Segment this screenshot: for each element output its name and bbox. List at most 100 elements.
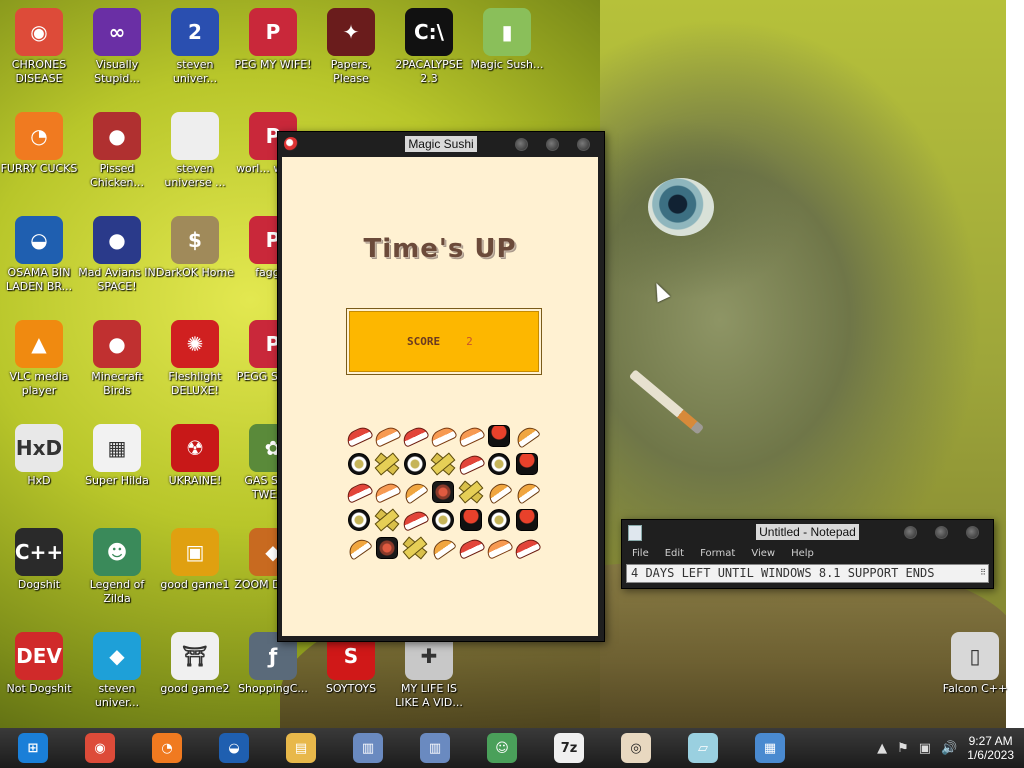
- sushi-tile-tamago[interactable]: [514, 423, 540, 449]
- sushi-tile-cucumber[interactable]: [458, 479, 484, 505]
- angry-birds-space-icon: ●: [93, 216, 141, 264]
- sushi-grid[interactable]: [346, 423, 546, 565]
- desktop-icon[interactable]: C:\ 2PACALYPSE 2.3: [390, 8, 468, 86]
- desktop-icon[interactable]: ☻ Legend of Zilda: [78, 528, 156, 606]
- volume-icon[interactable]: 🔊: [941, 741, 957, 756]
- sushi-tile-tuna[interactable]: [458, 451, 484, 477]
- sushi-tile-tamago[interactable]: [514, 479, 540, 505]
- desktop-icon[interactable]: ✚ MY LIFE IS LIKE A VID...: [390, 632, 468, 710]
- taskbar-button[interactable]: ▱: [674, 730, 732, 766]
- desktop-icon[interactable]: ▣ good game1: [156, 528, 234, 592]
- notepad-titlebar[interactable]: Untitled - Notepad: [622, 520, 993, 544]
- desktop-icon-label: Super Hilda: [85, 474, 149, 487]
- taskbar-button[interactable]: ◒: [205, 730, 263, 766]
- desktop-icon[interactable]: HxD HxD: [0, 424, 78, 488]
- sushi-tile-tamago[interactable]: [402, 479, 428, 505]
- taskbar-button[interactable]: 7z: [540, 730, 598, 766]
- sushi-tile-maki[interactable]: [374, 535, 400, 561]
- sushi-tile-roll[interactable]: [486, 451, 512, 477]
- notepad-window[interactable]: Untitled - Notepad File Edit Format View Hel…: [621, 519, 994, 589]
- desktop-icon[interactable]: ☢ UKRAINE!: [156, 424, 234, 488]
- sushi-tile-roe[interactable]: [514, 451, 540, 477]
- sushi-tile-roe[interactable]: [458, 507, 484, 533]
- desktop-icon[interactable]: ● Pissed Chicken...: [78, 112, 156, 190]
- desktop-icon[interactable]: ▲ VLC media player: [0, 320, 78, 398]
- desktop-icon[interactable]: P PEG MY WIFE!: [234, 8, 312, 72]
- menu-format[interactable]: Format: [692, 548, 743, 559]
- taskbar-button[interactable]: ▥: [406, 730, 464, 766]
- desktop-icon[interactable]: ◒ OSAMA BIN LADEN BR...: [0, 216, 78, 294]
- sushi-tile-cucumber[interactable]: [430, 451, 456, 477]
- sushi-tile-roe[interactable]: [486, 423, 512, 449]
- taskbar-button[interactable]: ▦: [741, 730, 799, 766]
- desktop-icon[interactable]: DEV Not Dogshit: [0, 632, 78, 696]
- sushi-tile-shrimp[interactable]: [430, 423, 456, 449]
- desktop-icon[interactable]: ∞ Visually Stupid...: [78, 8, 156, 86]
- sushi-tile-roll[interactable]: [486, 507, 512, 533]
- sushi-tile-tuna[interactable]: [514, 535, 540, 561]
- sushi-tile-cucumber[interactable]: [374, 507, 400, 533]
- show-hidden-icons-icon[interactable]: ▲: [877, 741, 887, 756]
- desktop-icon[interactable]: $ DarkOK Home: [156, 216, 234, 280]
- menu-help[interactable]: Help: [783, 548, 822, 559]
- desktop-icon[interactable]: steven universe ...: [156, 112, 234, 190]
- sushi-tile-tuna[interactable]: [346, 423, 372, 449]
- menu-view[interactable]: View: [743, 548, 783, 559]
- sushi-tile-tuna[interactable]: [402, 507, 428, 533]
- taskbar-button[interactable]: ◉: [71, 730, 129, 766]
- sushi-tile-cucumber[interactable]: [402, 535, 428, 561]
- resize-grip-icon[interactable]: ⠿: [980, 565, 986, 581]
- notepad-minimize-button[interactable]: [904, 526, 917, 539]
- sushi-tile-tuna[interactable]: [402, 423, 428, 449]
- sushi-tile-maki[interactable]: [430, 479, 456, 505]
- taskbar-button[interactable]: ◔: [138, 730, 196, 766]
- menu-file[interactable]: File: [624, 548, 657, 559]
- desktop-icon[interactable]: 2 steven univer...: [156, 8, 234, 86]
- sushi-tile-tamago[interactable]: [486, 479, 512, 505]
- desktop-icon[interactable]: ● Mad Avians IN SPACE!: [78, 216, 156, 294]
- sushi-tile-shrimp[interactable]: [374, 423, 400, 449]
- desktop-icon[interactable]: ▯ Falcon C++: [936, 632, 1014, 696]
- desktop-icon[interactable]: ◆ steven univer...: [78, 632, 156, 710]
- taskbar-button[interactable]: ☺: [473, 730, 531, 766]
- desktop-icon[interactable]: ⛩ good game2: [156, 632, 234, 696]
- sushi-tile-shrimp[interactable]: [374, 479, 400, 505]
- taskbar-button[interactable]: ▥: [339, 730, 397, 766]
- action-center-flag-icon[interactable]: ⚑: [897, 741, 909, 756]
- desktop-icon[interactable]: ✺ Fleshlight DELUXE!: [156, 320, 234, 398]
- desktop-icon[interactable]: ◔ FURRY CUCKS: [0, 112, 78, 176]
- desktop-icon[interactable]: ▦ Super Hilda: [78, 424, 156, 488]
- notepad-text-area[interactable]: 4 DAYS LEFT UNTIL WINDOWS 8.1 SUPPORT EN…: [626, 564, 989, 583]
- desktop-icon[interactable]: C++ Dogshit: [0, 528, 78, 592]
- desktop-icon[interactable]: ◉ CHRONES DISEASE: [0, 8, 78, 86]
- sushi-tile-tamago[interactable]: [430, 535, 456, 561]
- sushi-tile-roe[interactable]: [514, 507, 540, 533]
- clock[interactable]: 9:27 AM 1/6/2023: [967, 734, 1014, 762]
- sushi-tile-roll[interactable]: [346, 507, 372, 533]
- sushi-tile-roll[interactable]: [346, 451, 372, 477]
- sushi-tile-shrimp[interactable]: [486, 535, 512, 561]
- sushi-tile-roll[interactable]: [430, 507, 456, 533]
- sushi-tile-tamago[interactable]: [346, 535, 372, 561]
- sushi-tile-shrimp[interactable]: [458, 423, 484, 449]
- menu-edit[interactable]: Edit: [657, 548, 692, 559]
- magic-sushi-window[interactable]: Magic Sushi Time's UP SCORE 2: [277, 131, 605, 642]
- notepad-close-button[interactable]: [966, 526, 979, 539]
- sushi-tile-roll[interactable]: [402, 451, 428, 477]
- notepad-maximize-button[interactable]: [935, 526, 948, 539]
- sushi-tile-tuna[interactable]: [458, 535, 484, 561]
- maximize-button[interactable]: [546, 138, 559, 151]
- sushi-tile-tuna[interactable]: [346, 479, 372, 505]
- desktop-icon[interactable]: ✦ Papers, Please: [312, 8, 390, 86]
- close-button[interactable]: [577, 138, 590, 151]
- taskbar-button[interactable]: ⊞: [4, 730, 62, 766]
- game-area[interactable]: Time's UP SCORE 2: [282, 157, 598, 636]
- network-icon[interactable]: ▣: [919, 741, 931, 756]
- desktop-icon[interactable]: ▮ Magic Sush...: [468, 8, 546, 72]
- taskbar-button[interactable]: ◎: [607, 730, 665, 766]
- sushi-tile-cucumber[interactable]: [374, 451, 400, 477]
- magic-sushi-titlebar[interactable]: Magic Sushi: [278, 132, 604, 156]
- minimize-button[interactable]: [515, 138, 528, 151]
- taskbar-button[interactable]: ▤: [272, 730, 330, 766]
- desktop-icon[interactable]: ● Minecraft Birds: [78, 320, 156, 398]
